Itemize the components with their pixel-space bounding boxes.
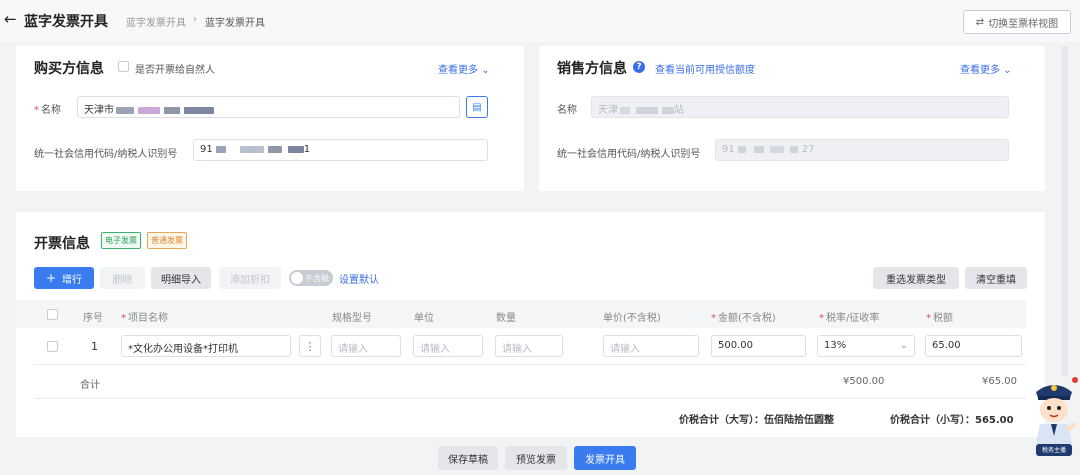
amount-input[interactable]: 500.00 — [711, 335, 806, 357]
col-item-name: * 项目名称 — [121, 313, 168, 324]
buyer-name-input[interactable]: 天津市 — [77, 96, 460, 118]
save-draft-button[interactable]: 保存草稿 — [438, 446, 498, 470]
row-checkbox[interactable] — [47, 341, 58, 352]
toggle-knob — [291, 272, 303, 284]
row-divider — [34, 364, 1026, 365]
col-amount: * 金额(不含税) — [711, 313, 776, 324]
spec-input[interactable]: 请输入 — [331, 335, 401, 357]
more-options-icon[interactable]: ⋮ — [299, 335, 321, 357]
total-lower: 价税合计（小写）：565.00 — [890, 415, 1014, 426]
scrollbar[interactable] — [1062, 46, 1068, 376]
swap-icon: ⇄ — [975, 16, 985, 28]
seller-more-link[interactable]: 查看更多 ⌄ — [960, 61, 1012, 76]
col-spec: 规格型号 — [332, 313, 372, 324]
seller-tax-id-label: 统一社会信用代码/纳税人识别号 — [557, 149, 701, 160]
preview-invoice-button[interactable]: 预览发票 — [505, 446, 567, 470]
col-index: 序号 — [83, 313, 103, 324]
tax-inclusive-toggle[interactable]: 不含税 — [289, 270, 333, 286]
col-unit-price: 单价(不含税) — [603, 313, 661, 324]
switch-view-label: 切换至票样视图 — [988, 18, 1059, 30]
seller-name-label: 名称 — [557, 105, 577, 116]
tag-normal-invoice: 普通发票 — [147, 232, 187, 249]
reselect-invoice-type-button[interactable]: 重选发票类型 — [873, 267, 959, 289]
buyer-more-link[interactable]: 查看更多 ⌄ — [438, 61, 490, 76]
add-discount-button[interactable]: 添加折扣 — [219, 267, 281, 289]
mascot-caption: 税务主播 — [1041, 447, 1066, 454]
sum-divider — [34, 398, 1026, 399]
col-tax-rate: * 税率/征收率 — [819, 313, 880, 324]
buyer-tax-id-input[interactable]: 91 1 — [193, 139, 488, 161]
help-icon[interactable]: ? — [633, 61, 645, 73]
unit-price-input[interactable]: 请输入 — [603, 335, 699, 357]
seller-tax-id-input: 91 27 — [715, 139, 1009, 161]
required-marker: * — [34, 105, 39, 116]
issue-invoice-button[interactable]: 发票开具 — [574, 446, 636, 470]
item-name-input[interactable]: *文化办公用设备*打印机 — [121, 335, 291, 357]
sum-amount: ¥500.00 — [843, 376, 885, 387]
buyer-select-icon[interactable]: ▤ — [466, 96, 488, 118]
page-title: 蓝字发票开具 — [24, 14, 108, 30]
toggle-label: 不含税 — [305, 273, 329, 283]
col-tax-amount: * 税额 — [926, 313, 953, 324]
plus-icon: + — [45, 271, 57, 285]
chevron-down-icon: ⌄ — [481, 65, 490, 76]
row-index: 1 — [91, 340, 98, 353]
buyer-tax-id-label: 统一社会信用代码/纳税人识别号 — [34, 149, 178, 160]
col-unit: 单位 — [414, 313, 434, 324]
clear-all-button[interactable]: 清空重填 — [965, 267, 1027, 289]
buyer-name-label: * 名称 — [34, 105, 61, 116]
select-all-checkbox[interactable] — [47, 309, 58, 320]
chevron-down-icon: ⌄ — [1003, 65, 1012, 76]
seller-name-input: 天津站 — [591, 96, 1009, 118]
switch-view-button[interactable]: ⇄ 切换至票样视图 — [963, 10, 1071, 34]
add-row-button[interactable]: + 增行 — [34, 267, 94, 289]
buyer-title: 购买方信息 — [34, 61, 104, 77]
quantity-input[interactable]: 请输入 — [495, 335, 563, 357]
tag-electronic-invoice: 电子发票 — [101, 232, 141, 249]
breadcrumb-item-root[interactable]: 蓝字发票开具 — [126, 14, 186, 29]
credit-limit-link[interactable]: 查看当前可用授信额度 — [655, 61, 755, 76]
tax-amount-input[interactable]: 65.00 — [925, 335, 1022, 357]
back-arrow-icon[interactable]: ← — [4, 10, 17, 28]
breadcrumb-item-current: 蓝字发票开具 — [205, 18, 265, 29]
sum-tax: ¥65.00 — [982, 376, 1017, 387]
unit-input[interactable]: 请输入 — [413, 335, 483, 357]
delete-button[interactable]: 删除 — [100, 267, 145, 289]
natural-person-label: 是否开票给自然人 — [135, 65, 215, 76]
detail-import-button[interactable]: 明细导入 — [151, 267, 211, 289]
tax-anchor-mascot[interactable]: 税务主播 — [1030, 376, 1078, 466]
seller-title: 销售方信息 — [557, 61, 627, 77]
tax-rate-select[interactable]: 13% ⌄ — [817, 335, 915, 357]
total-upper: 价税合计（大写）：伍佰陆拾伍圆整 — [679, 415, 834, 426]
col-quantity: 数量 — [496, 313, 516, 324]
chevron-down-icon: ⌄ — [899, 340, 908, 351]
sum-label: 合计 — [80, 380, 100, 391]
set-default-link[interactable]: 设置默认 — [339, 271, 379, 286]
invoice-title: 开票信息 — [34, 236, 90, 252]
page-header: ← 蓝字发票开具 蓝字发票开具 › 蓝字发票开具 ⇄ 切换至票样视图 — [0, 0, 1080, 42]
natural-person-checkbox[interactable] — [118, 61, 129, 72]
breadcrumb-separator: › — [193, 14, 197, 25]
